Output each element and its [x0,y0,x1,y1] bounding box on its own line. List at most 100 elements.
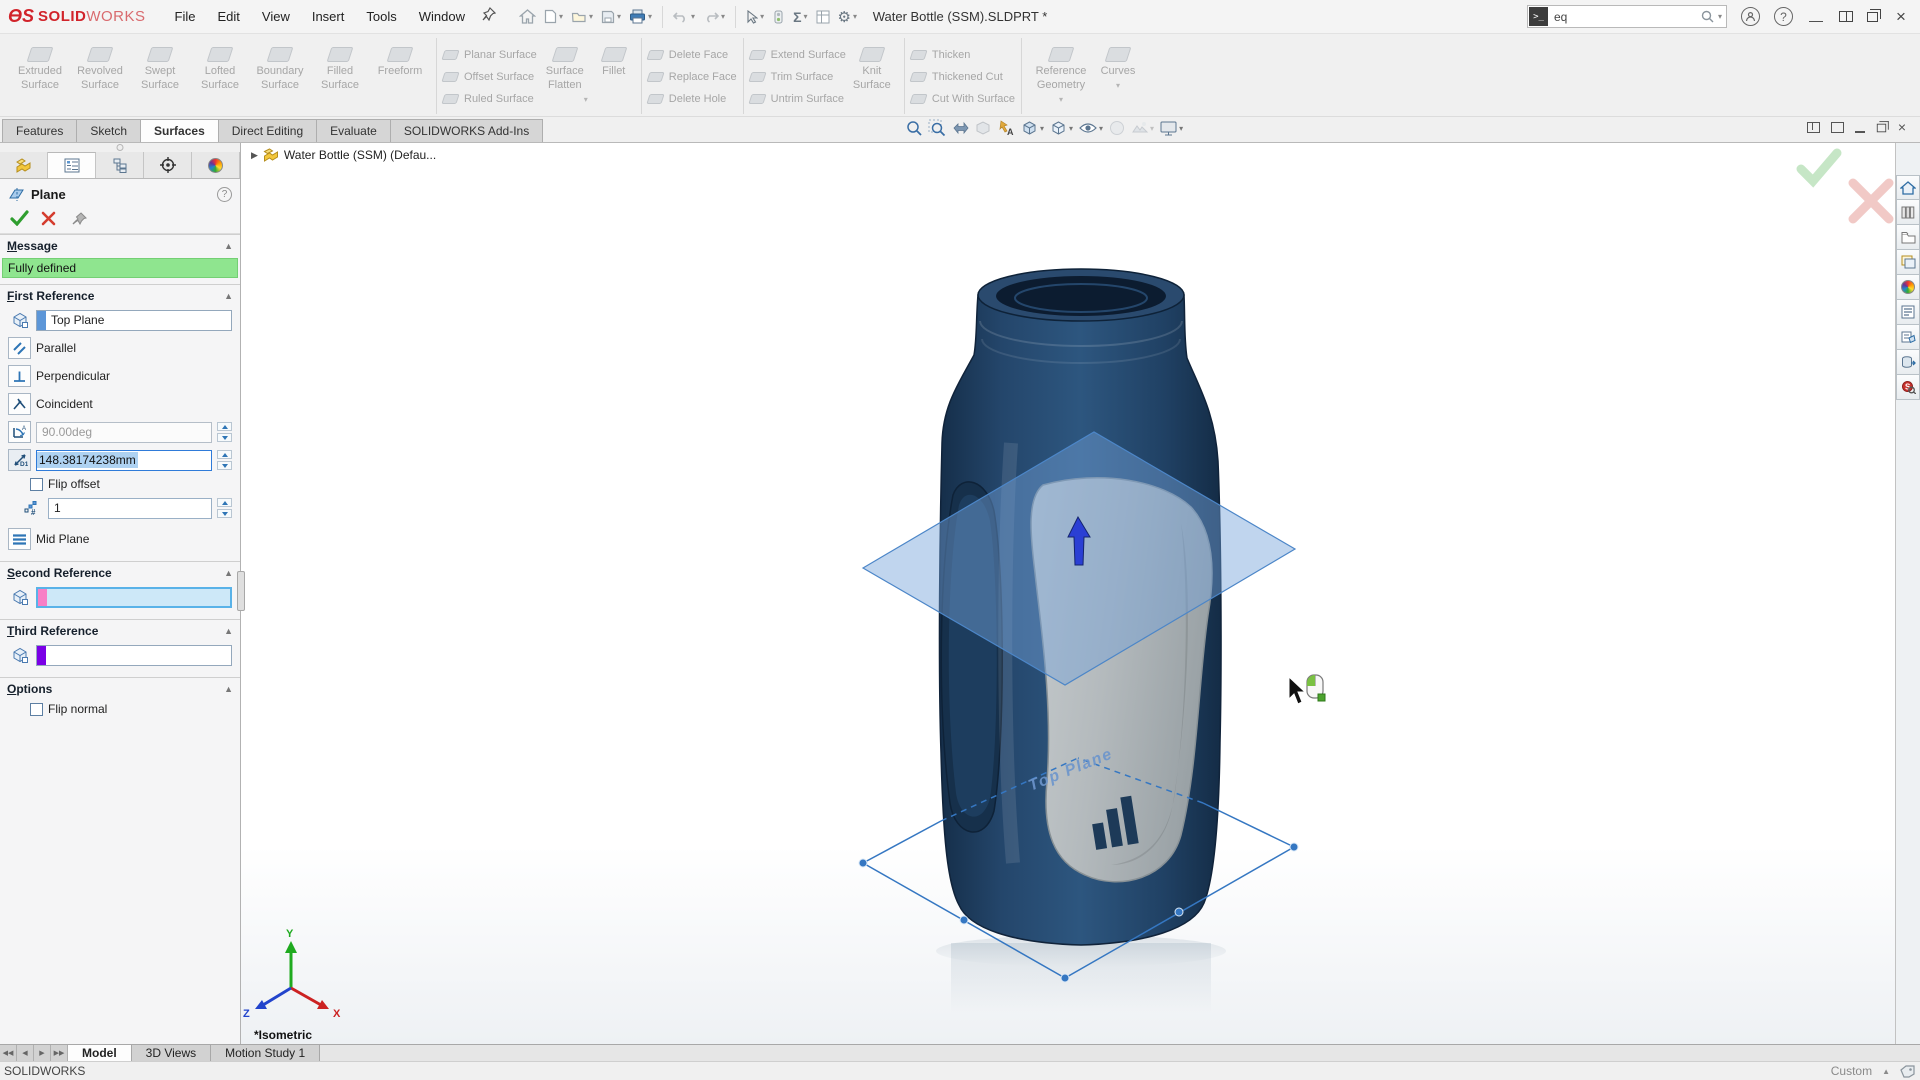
trim-surface-button[interactable]: Trim Surface [750,68,846,86]
search-box[interactable]: >_ eq ▾ [1527,5,1727,28]
file-properties-button[interactable] [813,7,833,27]
equations-dropdown-icon[interactable]: ▾ [803,12,807,21]
freeform-button[interactable]: Freeform [370,40,430,79]
distance-spin-down-icon[interactable] [217,461,232,470]
offset-plane-preview[interactable] [863,432,1295,685]
first-reference-collapse-icon[interactable]: ▲ [224,291,233,301]
model-scene[interactable]: Top Plane Y X Z [241,143,1895,1044]
minimize-document-icon[interactable] [1855,131,1865,133]
reference-geometry-dropdown-icon[interactable]: ▾ [1059,95,1063,104]
angle-spin-up-icon[interactable] [217,422,232,431]
save-dropdown-icon[interactable]: ▾ [617,12,621,21]
pane-left-icon[interactable] [1807,122,1820,133]
close-document-icon[interactable]: × [1898,122,1906,133]
options-gear-button[interactable]: ⚙▾ [835,5,860,29]
cut-with-surface-button[interactable]: Cut With Surface [911,90,1015,108]
tab-solidworks-add-ins[interactable]: SOLIDWORKS Add-Ins [390,119,543,142]
fillet-button[interactable]: Fillet [593,40,635,93]
design-library-button[interactable] [1896,200,1920,225]
flip-normal-checkbox[interactable] [30,703,43,716]
third-reference-selection-field[interactable] [36,645,232,666]
tab-surfaces[interactable]: Surfaces [140,119,219,142]
count-spin-up-icon[interactable] [217,498,232,507]
ruled-surface-button[interactable]: Ruled Surface [443,90,537,108]
confirm-cancel-icon[interactable] [1853,183,1889,219]
distance-field[interactable]: 148.38174238mm [36,450,212,471]
first-reference-selection-field[interactable]: Top Plane [36,310,232,331]
undo-button[interactable]: ▾ [670,7,698,26]
second-reference-section-header[interactable]: Second Reference ▲ [0,561,240,583]
restore-window-icon[interactable] [1867,12,1878,22]
delete-hole-button[interactable]: Delete Hole [648,90,737,108]
swept-surface-button[interactable]: Swept Surface [130,40,190,93]
menu-view[interactable]: View [251,3,301,30]
help-icon[interactable]: ? [1774,7,1793,26]
tab-3d-views[interactable]: 3D Views [132,1045,211,1061]
new-document-button[interactable]: ▾ [541,6,566,27]
untrim-surface-button[interactable]: Untrim Surface [750,90,846,108]
restore-document-icon[interactable] [1877,123,1886,132]
reference-geometry-button[interactable]: Reference Geometry [1028,40,1094,93]
tab-configuration-manager[interactable] [96,152,144,178]
distance-spinner[interactable] [217,450,232,470]
lofted-surface-button[interactable]: Lofted Surface [190,40,250,93]
second-reference-selection-field[interactable] [36,587,232,608]
undo-dropdown-icon[interactable]: ▾ [691,12,695,21]
select-dropdown-icon[interactable]: ▾ [760,12,764,21]
units-selector[interactable]: Custom [1831,1064,1872,1078]
tab-motion-study-1[interactable]: Motion Study 1 [211,1045,320,1061]
second-reference-collapse-icon[interactable]: ▲ [224,568,233,578]
angle-spinner[interactable] [217,422,232,442]
panel-help-icon[interactable]: ? [217,187,232,202]
minimize-window-icon[interactable]: — [1807,12,1825,28]
message-collapse-icon[interactable]: ▲ [224,241,233,251]
units-dropdown-icon[interactable]: ▲ [1882,1067,1890,1076]
select-arrow-button[interactable]: ▾ [743,7,767,27]
appearances-scenes-button[interactable] [1896,275,1920,300]
redo-button[interactable]: ▾ [700,7,728,26]
user-account-icon[interactable] [1741,7,1760,26]
menu-insert[interactable]: Insert [301,3,356,30]
options-collapse-icon[interactable]: ▲ [224,684,233,694]
filled-surface-button[interactable]: Filled Surface [310,40,370,93]
menu-edit[interactable]: Edit [206,3,250,30]
tab-property-manager[interactable] [48,152,96,178]
tag-icon[interactable] [1900,1065,1916,1078]
close-window-icon[interactable]: × [1892,7,1910,27]
menu-tools[interactable]: Tools [355,3,407,30]
split-panes-icon[interactable] [1839,11,1853,22]
zoom-to-fit-button[interactable] [905,119,923,137]
thicken-button[interactable]: Thicken [911,46,1015,64]
ok-button[interactable] [10,210,29,226]
view-palette-button[interactable] [1896,250,1920,275]
last-tab-button[interactable]: ▶▶ [51,1045,68,1061]
pin-menu-icon[interactable] [482,7,496,26]
thickened-cut-button[interactable]: Thickened Cut [911,68,1015,86]
extruded-surface-button[interactable]: Extruded Surface [10,40,70,93]
third-reference-collapse-icon[interactable]: ▲ [224,626,233,636]
view-orientation-button[interactable]: ▾ [1020,119,1044,137]
tab-feature-manager-tree[interactable] [0,152,48,178]
confirm-ok-icon[interactable] [1801,153,1837,181]
panel-splitter-handle[interactable] [237,571,245,611]
tab-model[interactable]: Model [68,1045,132,1061]
count-spinner[interactable] [217,498,232,518]
rebuild-button[interactable] [769,7,788,27]
pin-button[interactable] [72,211,89,225]
options-dropdown-icon[interactable]: ▾ [853,12,857,21]
view-orientation-dropdown-icon[interactable]: ▾ [1040,124,1044,133]
surface-flatten-button[interactable]: Surface Flatten [537,40,593,93]
open-dropdown-icon[interactable]: ▾ [589,12,593,21]
angle-field[interactable]: 90.00deg [36,422,212,443]
perpendicular-constraint-button[interactable] [8,365,31,387]
curves-dropdown-icon[interactable]: ▾ [1116,81,1120,90]
tab-dimxpert-manager[interactable] [144,152,192,178]
edit-appearance-button[interactable] [1108,119,1126,137]
tab-display-manager[interactable] [192,152,240,178]
options-section-header[interactable]: Options ▲ [0,677,240,699]
distance-spin-up-icon[interactable] [217,450,232,459]
apply-scene-button[interactable]: ▾ [1131,119,1154,137]
menu-window[interactable]: Window [408,3,476,30]
tab-sketch[interactable]: Sketch [76,119,141,142]
third-reference-section-header[interactable]: Third Reference ▲ [0,619,240,641]
